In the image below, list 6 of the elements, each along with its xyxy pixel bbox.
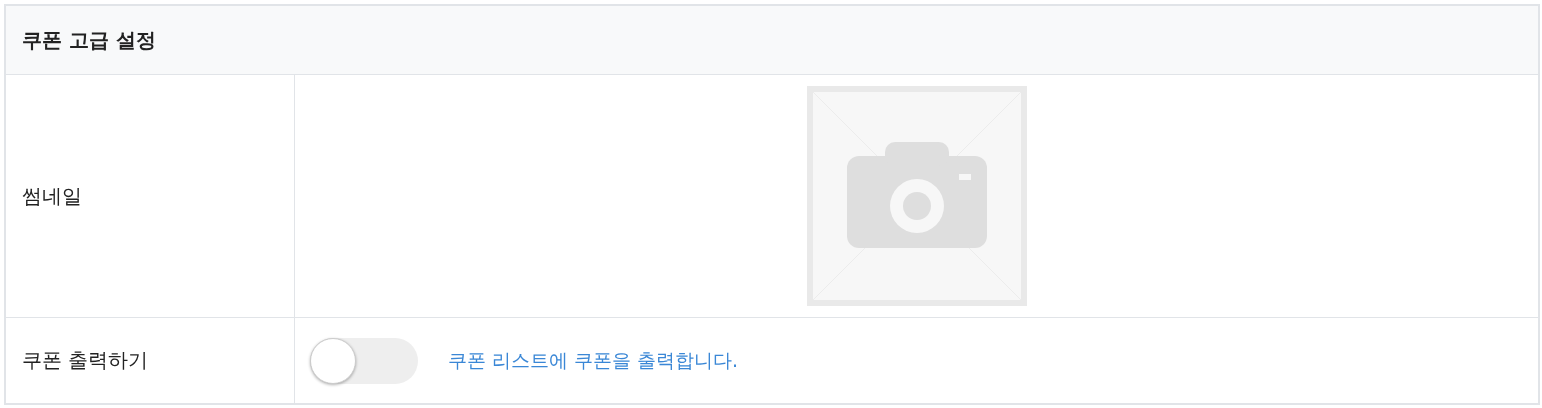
field-label: 쿠폰 출력하기 xyxy=(22,347,149,374)
panel-title: 쿠폰 고급 설정 xyxy=(22,26,156,54)
field-label: 썸네일 xyxy=(22,182,82,210)
toggle-switch[interactable] xyxy=(310,337,418,384)
hint-text: 쿠폰 리스트에 쿠폰을 출력합니다. xyxy=(448,347,739,373)
camera-placeholder-icon xyxy=(806,86,1027,306)
